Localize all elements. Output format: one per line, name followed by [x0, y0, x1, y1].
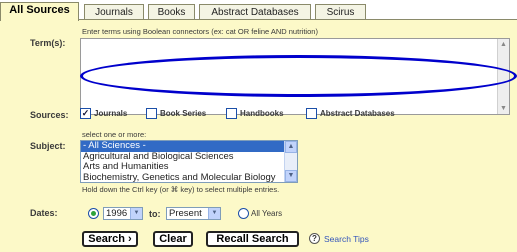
terms-hint: Enter terms using Boolean connectors (ex… [82, 27, 318, 36]
scroll-down-icon[interactable]: ▼ [498, 103, 509, 114]
source-book-series[interactable]: Book Series [146, 108, 206, 119]
scroll-up-icon[interactable]: ▲ [498, 39, 509, 50]
tab-abstract-databases[interactable]: Abstract Databases [199, 4, 311, 20]
terms-label: Term(s): [30, 38, 66, 48]
search-button[interactable]: Search › [82, 231, 138, 247]
dates-label: Dates: [30, 208, 58, 218]
checkbox-icon[interactable] [146, 108, 157, 119]
source-abstract-databases-label: Abstract Databases [320, 109, 395, 118]
source-abstract-databases[interactable]: Abstract Databases [306, 108, 395, 119]
subject-listbox[interactable]: - All Sciences - Agricultural and Biolog… [80, 140, 298, 183]
terms-input[interactable]: ▲ ▼ [80, 38, 510, 115]
help-icon: ? [309, 233, 320, 244]
all-years-label: All Years [251, 209, 283, 218]
search-tips-label: Search Tips [324, 233, 369, 244]
tab-books[interactable]: Books [148, 4, 195, 20]
source-tabs: All Sources Journals Books Abstract Data… [0, 0, 517, 21]
checkbox-icon[interactable] [306, 108, 317, 119]
subject-option[interactable]: - All Sciences - [81, 141, 297, 152]
year-from-select[interactable]: 1996 ▼ [103, 207, 143, 220]
checkbox-checked-icon[interactable]: ✓ [80, 108, 91, 119]
subject-hint: select one or more: [82, 130, 147, 139]
chevron-down-icon[interactable]: ▼ [208, 208, 220, 219]
source-journals[interactable]: ✓ Journals [80, 108, 127, 119]
to-label: to: [149, 209, 161, 219]
all-years-radio[interactable] [238, 208, 249, 219]
tab-journals[interactable]: Journals [84, 4, 144, 20]
subject-option[interactable]: Biochemistry, Genetics and Molecular Bio… [81, 172, 297, 182]
year-to-select[interactable]: Present ▼ [166, 207, 221, 220]
source-journals-label: Journals [94, 109, 128, 118]
year-from-value: 1996 [106, 208, 128, 219]
scroll-up-icon[interactable]: ▲ [285, 141, 297, 153]
subject-option[interactable]: Arts and Humanities [81, 161, 297, 173]
search-tips-link[interactable]: ? Search Tips [309, 233, 369, 244]
subject-label: Subject: [30, 141, 66, 151]
year-to-value: Present [169, 208, 202, 219]
subject-scrollbar[interactable]: ▲ ▼ [284, 141, 297, 182]
terms-scrollbar[interactable]: ▲ ▼ [497, 39, 509, 114]
clear-button[interactable]: Clear [153, 231, 193, 247]
chevron-down-icon[interactable]: ▼ [130, 208, 142, 219]
source-book-series-label: Book Series [160, 109, 207, 118]
scroll-down-icon[interactable]: ▼ [285, 170, 297, 182]
tab-scirus[interactable]: Scirus [315, 4, 366, 20]
checkbox-icon[interactable] [226, 108, 237, 119]
recall-search-button[interactable]: Recall Search [206, 231, 299, 247]
date-range-radio[interactable] [88, 208, 99, 219]
source-handbooks-label: Handbooks [240, 109, 284, 118]
tab-all-sources[interactable]: All Sources [0, 2, 79, 21]
multi-select-hint: Hold down the Ctrl key (or ⌘ key) to sel… [82, 185, 280, 194]
source-handbooks[interactable]: Handbooks [226, 108, 284, 119]
sources-label: Sources: [30, 110, 69, 120]
